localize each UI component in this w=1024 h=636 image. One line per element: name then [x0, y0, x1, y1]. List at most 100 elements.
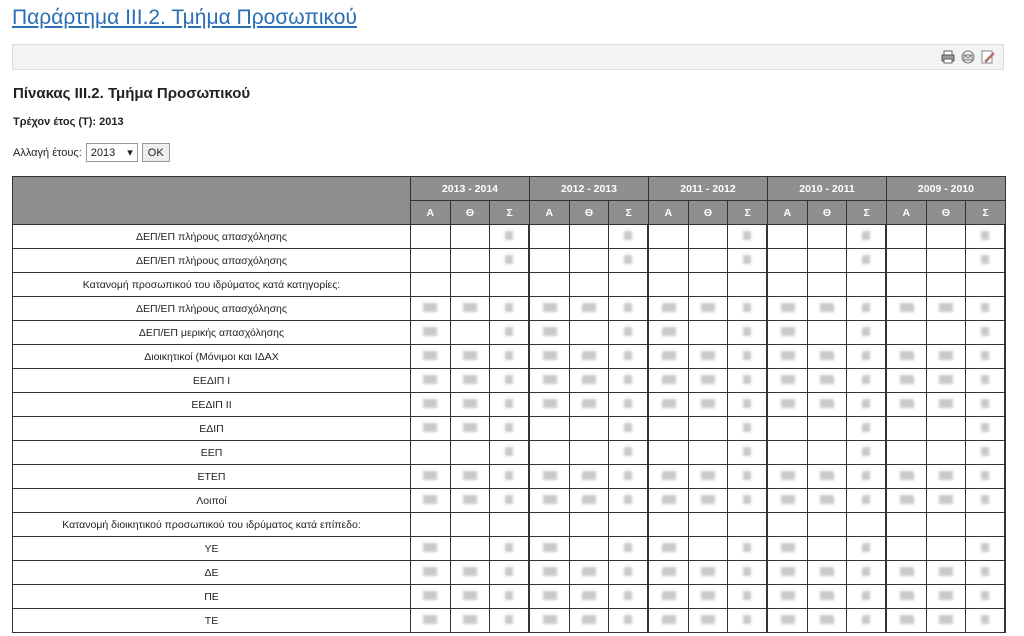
table-row: ΕΕΔΙΠ Ι: [12, 368, 1007, 393]
table-cell: [608, 296, 650, 321]
table-cell: [489, 344, 531, 369]
table-cell: [647, 248, 689, 273]
table-cell: [687, 272, 729, 297]
table-cell: [965, 248, 1007, 273]
edit-icon[interactable]: [981, 50, 995, 64]
table-row: Κατανομή προσωπικού του ιδρύματος κατά κ…: [12, 272, 1007, 297]
table-cell: [608, 344, 650, 369]
table-cell: [608, 560, 650, 585]
table-cell: [528, 224, 570, 249]
table-cell: [727, 536, 769, 561]
table-cell: [647, 608, 689, 633]
table-cell: [925, 536, 967, 561]
obscured-value: [505, 254, 514, 264]
obscured-value: [981, 566, 990, 576]
obscured-value: [981, 254, 990, 264]
table-cell: [449, 368, 491, 393]
obscured-value: [743, 326, 752, 336]
subcolumn-header: Θ: [687, 200, 729, 225]
row-label: ΔΕΠ/ΕΠ πλήρους απασχόλησης: [12, 248, 411, 273]
table-cell: [449, 272, 491, 297]
table-cell: [647, 488, 689, 513]
table-cell: [846, 608, 888, 633]
table-cell: [727, 320, 769, 345]
table-cell: [766, 608, 808, 633]
obscured-value: [624, 470, 633, 480]
obscured-value: [505, 230, 514, 240]
table-row: Διοικητικοί (Μόνιμοι και ΙΔΑΧ: [12, 344, 1007, 369]
page-title-link[interactable]: Παράρτημα ΙΙΙ.2. Τμήμα Προσωπικού: [12, 6, 357, 30]
obscured-value: [462, 566, 477, 576]
obscured-value: [542, 566, 557, 576]
table-cell: [766, 560, 808, 585]
year-select[interactable]: 2013 ▾: [85, 143, 138, 162]
table-cell: [965, 608, 1007, 633]
obscured-value: [780, 566, 795, 576]
obscured-value: [505, 614, 514, 624]
obscured-value: [899, 374, 914, 384]
table-cell: [489, 584, 531, 609]
obscured-value: [938, 494, 953, 504]
table-cell: [647, 416, 689, 441]
subcolumn-header: Σ: [965, 200, 1006, 225]
year-header-row: 2013 - 2014 2012 - 2013 2011 - 2012 2010…: [12, 176, 1006, 225]
table-row: ΔΕ: [12, 560, 1007, 585]
table-cell: [608, 320, 650, 345]
table-cell: [449, 392, 491, 417]
obscured-value: [581, 470, 596, 480]
obscured-value: [423, 494, 438, 504]
obscured-value: [505, 470, 514, 480]
year-header: 2010 - 2011: [766, 176, 887, 201]
table-cell: [410, 320, 451, 345]
table-cell: [449, 296, 491, 321]
table-cell: [727, 584, 769, 609]
obscured-value: [624, 398, 633, 408]
email-icon[interactable]: [961, 50, 975, 64]
table-cell: [727, 248, 769, 273]
table-cell: [925, 440, 967, 465]
subcolumn-header: Α: [766, 200, 808, 225]
obscured-value: [981, 374, 990, 384]
obscured-value: [505, 350, 514, 360]
table-cell: [766, 296, 808, 321]
obscured-value: [899, 590, 914, 600]
obscured-value: [542, 302, 557, 312]
table-cell: [608, 488, 650, 513]
table-cell: [489, 392, 531, 417]
subcolumn-header: Α: [885, 200, 927, 225]
obscured-value: [661, 350, 676, 360]
obscured-value: [981, 350, 990, 360]
table-cell: [489, 536, 531, 561]
table-cell: [449, 344, 491, 369]
table-cell: [965, 536, 1007, 561]
table-cell: [568, 344, 610, 369]
obscured-value: [661, 494, 676, 504]
table-cell: [489, 296, 531, 321]
obscured-value: [743, 374, 752, 384]
obscured-value: [542, 374, 557, 384]
table-cell: [528, 488, 570, 513]
row-label: ΥΕ: [12, 536, 411, 561]
obscured-value: [423, 350, 438, 360]
obscured-value: [700, 374, 715, 384]
ok-button[interactable]: OK: [141, 143, 170, 162]
obscured-value: [780, 326, 795, 336]
table-cell: [806, 464, 848, 489]
obscured-value: [624, 230, 633, 240]
table-row: ΕΔΙΠ: [12, 416, 1007, 441]
table-cell: [647, 344, 689, 369]
subcolumn-header: Σ: [727, 200, 768, 225]
table-cell: [965, 488, 1007, 513]
obscured-value: [981, 326, 990, 336]
print-icon[interactable]: [941, 50, 955, 64]
table-cell: [846, 440, 888, 465]
obscured-value: [581, 350, 596, 360]
table-cell: [885, 272, 927, 297]
table-cell: [608, 512, 650, 537]
subcolumn-header: Α: [647, 200, 689, 225]
table-cell: [885, 464, 927, 489]
table-cell: [687, 344, 729, 369]
table-cell: [568, 560, 610, 585]
table-cell: [806, 320, 848, 345]
obscured-value: [423, 398, 438, 408]
